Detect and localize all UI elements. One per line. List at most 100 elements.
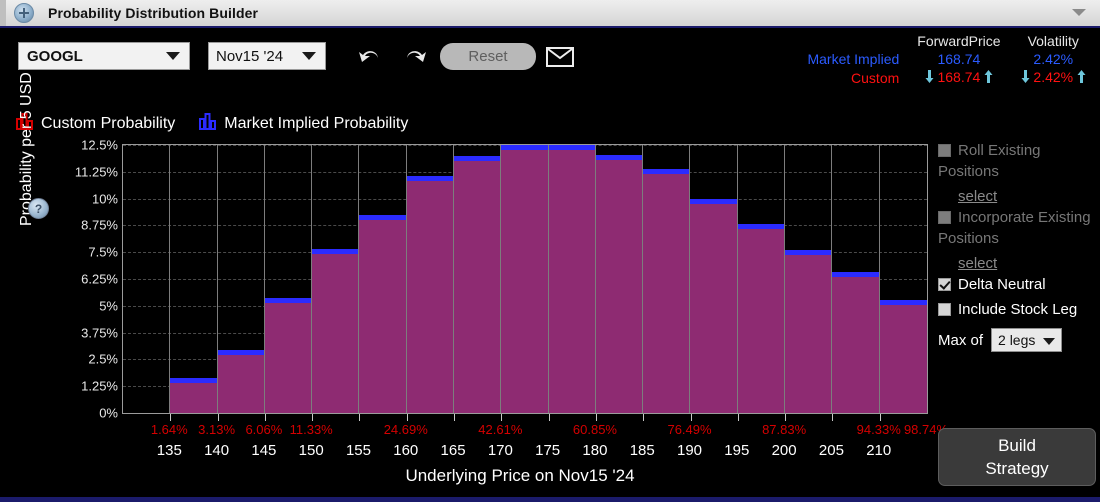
y-axis-tick-label: 11.25% xyxy=(74,164,118,180)
x-axis-price-label: 205 xyxy=(818,442,844,459)
legs-select[interactable]: 2 legs xyxy=(991,328,1063,352)
histogram-bar[interactable] xyxy=(879,145,927,413)
stats-header-forward-price: ForwardPrice xyxy=(917,33,1001,49)
undo-arrow-icon[interactable] xyxy=(357,46,383,68)
histogram-bars xyxy=(123,145,927,413)
select-link-incorporate[interactable]: select xyxy=(958,253,1098,274)
stats-header-volatility: Volatility xyxy=(1027,33,1079,49)
stepper-up-icon[interactable] xyxy=(1077,69,1086,87)
checkbox-include-stock-leg[interactable]: Include Stock Leg xyxy=(938,299,1098,320)
x-axis-tick xyxy=(879,414,881,421)
histogram-bar[interactable] xyxy=(170,145,218,413)
title-bar: Probability Distribution Builder xyxy=(0,0,1100,28)
x-axis-price-label: 165 xyxy=(440,442,466,459)
x-axis-tick xyxy=(501,414,503,421)
bar-fill xyxy=(312,248,359,413)
histogram-bar[interactable] xyxy=(264,145,313,413)
bar-fill xyxy=(406,176,453,413)
x-axis-price-label: 135 xyxy=(156,442,182,459)
x-axis-price-labels: 135 140 145 150 155 160 165 170 175 180 185 190 195 2… xyxy=(0,442,1100,462)
symbol-select[interactable]: GOOGL xyxy=(18,42,190,70)
bar-fill xyxy=(595,154,643,413)
histogram-bar[interactable] xyxy=(595,145,644,413)
market-implied-cap xyxy=(737,224,784,230)
x-axis-price-label: 200 xyxy=(771,442,797,459)
checkbox-incorporate-existing-positions[interactable]: Incorporate Existing Positions xyxy=(938,207,1098,249)
x-axis-price-label: 140 xyxy=(204,442,230,459)
redo-arrow-icon[interactable] xyxy=(402,46,428,68)
circle-plus-icon[interactable] xyxy=(14,3,34,23)
stats-value-custom-forward-price: 168.74 xyxy=(907,68,1010,88)
x-axis-tick xyxy=(454,414,456,421)
checkbox-label: Roll Existing Positions xyxy=(938,142,1041,180)
bar-fill xyxy=(737,224,784,413)
cumulative-probability-label: 60.85% xyxy=(572,422,617,437)
y-axis-tick-label: 8.75% xyxy=(81,217,118,233)
legend-item-market-implied[interactable]: Market Implied Probability xyxy=(199,112,408,135)
x-axis-price-label: 155 xyxy=(345,442,371,459)
bar-fill xyxy=(359,215,406,413)
x-axis-tick xyxy=(595,414,597,421)
x-axis-tick xyxy=(832,414,834,421)
histogram-bar[interactable] xyxy=(643,145,691,413)
strategy-options-panel: Roll Existing Positions select Incorpora… xyxy=(938,140,1098,440)
build-strategy-line2: Strategy xyxy=(985,459,1049,478)
checkbox-box xyxy=(938,303,951,316)
histogram-bar[interactable] xyxy=(548,145,596,413)
probability-histogram[interactable] xyxy=(122,144,928,414)
stats-row-custom: Custom 168.74 2.42% xyxy=(797,68,1096,88)
chevron-down-icon xyxy=(302,52,316,60)
histogram-bar[interactable] xyxy=(406,145,454,413)
help-icon[interactable]: ? xyxy=(28,198,49,219)
checkbox-roll-existing-positions[interactable]: Roll Existing Positions xyxy=(938,140,1098,182)
histogram-bar[interactable] xyxy=(359,145,407,413)
select-link-roll[interactable]: select xyxy=(958,186,1098,207)
x-axis-tick xyxy=(737,414,739,421)
title-bar-grip xyxy=(0,0,6,26)
histogram-bar[interactable] xyxy=(832,145,880,413)
histogram-bar[interactable] xyxy=(690,145,738,413)
max-of-label: Max of xyxy=(938,331,984,349)
histogram-bar[interactable] xyxy=(217,145,265,413)
histogram-bar[interactable] xyxy=(737,145,785,413)
x-axis-price-label: 160 xyxy=(393,442,419,459)
checkbox-box xyxy=(938,144,951,157)
y-axis-tick-label: 3.75% xyxy=(81,325,118,341)
bar-fill xyxy=(264,297,312,413)
stepper-up-icon[interactable] xyxy=(984,69,993,87)
stats-value-market-volatility: 2.42% xyxy=(1033,51,1074,67)
legend-item-custom[interactable]: Custom Probability xyxy=(16,112,175,135)
x-axis-tick xyxy=(170,414,172,421)
market-implied-cap xyxy=(406,176,453,182)
bar-fill xyxy=(170,378,217,413)
cumulative-probability-label: 94.33% xyxy=(856,422,901,437)
histogram-bar[interactable] xyxy=(501,145,549,413)
checkbox-box xyxy=(938,211,951,224)
build-strategy-button[interactable]: Build Strategy xyxy=(938,428,1096,486)
x-axis-tick xyxy=(312,414,314,421)
x-axis-tick xyxy=(359,414,361,421)
x-axis-tick xyxy=(264,414,266,421)
histogram-bar[interactable] xyxy=(312,145,360,413)
market-implied-cap xyxy=(217,349,264,355)
histogram-bar[interactable] xyxy=(123,145,171,413)
stats-label-market-implied: Market Implied xyxy=(807,51,900,67)
x-axis-tick xyxy=(785,414,787,421)
expiry-select[interactable]: Nov15 '24 xyxy=(208,42,326,70)
bar-fill xyxy=(784,250,832,413)
bar-fill xyxy=(690,198,737,413)
histogram-bar[interactable] xyxy=(453,145,502,413)
checkbox-delta-neutral[interactable]: Delta Neutral xyxy=(938,274,1098,295)
checkbox-label: Include Stock Leg xyxy=(958,301,1078,318)
chevron-down-icon[interactable] xyxy=(1072,9,1086,16)
reset-button[interactable]: Reset xyxy=(440,43,536,70)
histogram-bar[interactable] xyxy=(784,145,833,413)
legend-label-custom: Custom Probability xyxy=(41,114,176,132)
x-axis-price-label: 150 xyxy=(298,442,324,459)
x-axis-title: Underlying Price on Nov15 '24 xyxy=(405,466,635,485)
bar-fill xyxy=(548,145,595,413)
stepper-down-icon[interactable] xyxy=(925,69,934,87)
stepper-down-icon[interactable] xyxy=(1021,69,1030,87)
envelope-icon[interactable] xyxy=(546,47,574,67)
market-implied-cap xyxy=(548,145,595,150)
